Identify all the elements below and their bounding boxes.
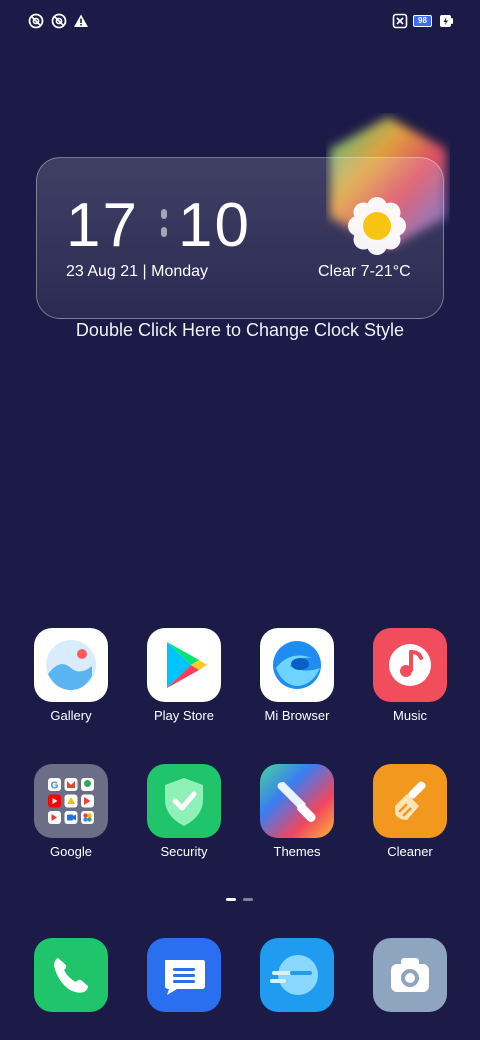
svg-text:G: G <box>51 781 59 792</box>
battery-icon: 98 <box>413 15 432 27</box>
security-icon <box>147 764 221 838</box>
messages-icon <box>147 938 221 1012</box>
music-icon <box>373 628 447 702</box>
charging-icon <box>440 15 453 27</box>
page-dot-current <box>226 898 236 901</box>
page-dot <box>243 898 253 901</box>
app-label: Play Store <box>154 708 214 723</box>
app-label: Gallery <box>50 708 92 723</box>
sun-icon <box>348 197 406 255</box>
weather-text: Clear 7-21°C <box>318 263 411 280</box>
app-label: Music <box>393 708 427 723</box>
app-label: Mi Browser <box>264 708 330 723</box>
app-themes[interactable]: Themes <box>249 764 345 859</box>
app-label: Google <box>50 844 92 859</box>
clock-hour: 17 <box>66 191 139 260</box>
app-label: Cleaner <box>387 844 433 859</box>
app-security[interactable]: Security <box>136 764 232 859</box>
cleaner-icon <box>373 764 447 838</box>
app-cleaner[interactable]: Cleaner <box>362 764 458 859</box>
browser-icon <box>260 938 334 1012</box>
warning-icon <box>74 14 88 27</box>
play-store-icon <box>147 628 221 702</box>
app-label: Security <box>160 844 208 859</box>
app-mi-browser[interactable]: Mi Browser <box>249 628 345 723</box>
dock-camera[interactable] <box>362 938 458 1012</box>
clock-style-hint[interactable]: Double Click Here to Change Clock Style <box>0 320 480 341</box>
dock-phone[interactable] <box>23 938 119 1012</box>
themes-icon <box>260 764 334 838</box>
vpn-icon <box>51 13 67 29</box>
status-bar: 98 <box>0 0 480 44</box>
clock-date: 23 Aug 21 | Monday <box>66 263 209 280</box>
app-google-folder[interactable]: G Google <box>23 764 119 859</box>
camera-icon <box>373 938 447 1012</box>
app-play-store[interactable]: Play Store <box>136 628 232 723</box>
dock-browser[interactable] <box>249 938 345 1012</box>
clock-minute: 10 <box>178 191 251 260</box>
phone-icon <box>34 938 108 1012</box>
dock-messages[interactable] <box>136 938 232 1012</box>
app-music[interactable]: Music <box>362 628 458 723</box>
do-not-disturb-icon <box>28 13 44 29</box>
app-label: Themes <box>273 844 321 859</box>
clock-widget[interactable]: 17 10 23 Aug 21 | Monday Clear 7-21°C <box>36 117 446 319</box>
app-gallery[interactable]: Gallery <box>23 628 119 723</box>
clock-colon <box>161 209 167 245</box>
browser-icon <box>260 628 334 702</box>
gallery-icon <box>34 628 108 702</box>
google-folder-icon: G <box>34 764 108 838</box>
sim-off-icon <box>392 13 408 29</box>
